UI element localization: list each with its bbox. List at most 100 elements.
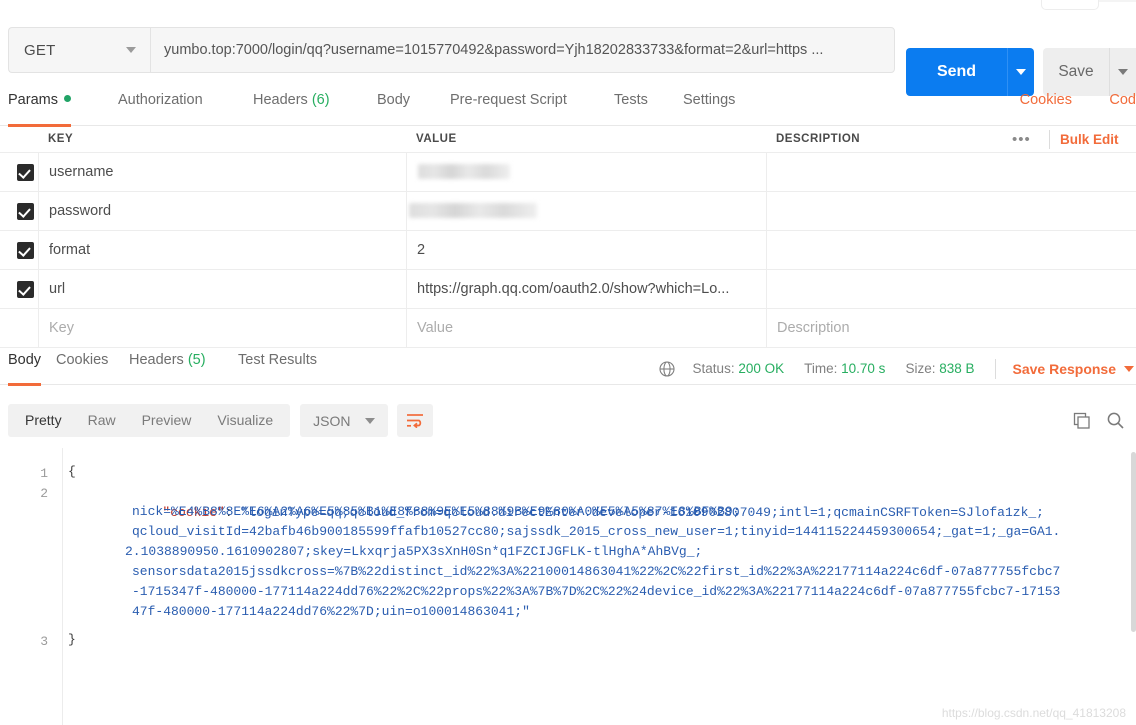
view-mode-visualize[interactable]: Visualize xyxy=(204,404,286,437)
wrap-lines-icon xyxy=(407,414,424,428)
param-description-cell[interactable] xyxy=(766,192,1136,231)
param-value-cell[interactable] xyxy=(406,192,766,231)
params-modified-dot-icon xyxy=(63,95,71,102)
table-row: url https://graph.qq.com/oauth2.0/show?w… xyxy=(0,270,1136,309)
line-number: 3 xyxy=(40,634,48,649)
tab-tests-label: Tests xyxy=(614,92,648,108)
redacted-value xyxy=(409,203,537,218)
response-tab-test-results-label: Test Results xyxy=(238,352,317,368)
tab-settings[interactable]: Settings xyxy=(683,92,735,126)
new-param-key-input[interactable]: Key xyxy=(38,309,406,348)
param-value-cell[interactable] xyxy=(406,153,766,192)
column-header-value: VALUE xyxy=(416,133,457,145)
table-row-empty: Key Value Description xyxy=(0,309,1136,348)
row-checkbox-cell[interactable] xyxy=(0,192,38,231)
checkbox-checked-icon[interactable] xyxy=(17,203,34,220)
view-mode-preview[interactable]: Preview xyxy=(129,404,205,437)
json-value-line-6: -1715347f-480000-177114a224dd76%22%2C%22… xyxy=(132,584,1061,599)
status-divider xyxy=(994,358,996,379)
tab-authorization-label: Authorization xyxy=(118,92,203,108)
http-method-label: GET xyxy=(24,41,56,59)
size-field: Size: 838 B xyxy=(905,361,974,376)
json-value-line-2: nick=%E4%B8%8E%E6%A2%A6%E5%85%B1%E8%88%9… xyxy=(132,504,741,519)
json-value-line-5: sensorsdata2015jssdkcross=%7B%22distinct… xyxy=(132,564,1061,579)
more-options-icon[interactable]: ••• xyxy=(1012,130,1031,150)
header-divider xyxy=(1049,130,1050,149)
param-description-cell[interactable] xyxy=(766,153,1136,192)
search-icon xyxy=(1107,412,1124,429)
status-field: Status: 200 OK xyxy=(693,361,785,376)
chevron-down-icon xyxy=(126,47,136,53)
response-tab-headers[interactable]: Headers (5) xyxy=(129,352,206,385)
tab-body-label: Body xyxy=(377,92,411,108)
chevron-down-icon xyxy=(365,418,376,424)
view-mode-raw[interactable]: Raw xyxy=(75,404,129,437)
search-button[interactable] xyxy=(1098,404,1132,437)
response-body-viewer[interactable]: 1 2 3 { "cookie": "loginType=qq;qcloud_f… xyxy=(0,448,1136,725)
tab-headers[interactable]: Headers (6) xyxy=(253,92,330,126)
chevron-down-icon[interactable] xyxy=(1124,365,1134,372)
response-tab-headers-count: (5) xyxy=(187,352,206,368)
code-link[interactable]: Cod xyxy=(1109,92,1136,126)
json-open-brace: { xyxy=(68,464,76,479)
table-row: username xyxy=(0,153,1136,192)
response-tab-cookies[interactable]: Cookies xyxy=(56,352,108,385)
tab-headers-label: Headers xyxy=(253,92,308,108)
param-description-cell[interactable] xyxy=(766,270,1136,309)
save-options-button[interactable] xyxy=(1109,48,1136,96)
http-method-selector[interactable]: GET xyxy=(8,27,150,73)
active-tab-underline xyxy=(8,383,42,386)
url-input[interactable]: yumbo.top:7000/login/qq?username=1015770… xyxy=(150,27,895,73)
top-cutoff-element xyxy=(1041,0,1099,10)
tab-tests[interactable]: Tests xyxy=(614,92,648,126)
checkbox-checked-icon[interactable] xyxy=(17,281,34,298)
line-number-gutter: 1 2 3 xyxy=(0,448,62,725)
checkbox-checked-icon[interactable] xyxy=(17,242,34,259)
response-tabs: Body Cookies Headers (5) Test Results St… xyxy=(0,352,1136,386)
param-description-cell[interactable] xyxy=(766,231,1136,270)
tab-params[interactable]: Params xyxy=(8,92,71,127)
tab-pre-request-script-label: Pre-request Script xyxy=(450,92,567,108)
copy-icon xyxy=(1073,412,1090,429)
copy-button[interactable] xyxy=(1064,404,1098,437)
param-key-cell[interactable]: url xyxy=(38,270,406,309)
vertical-scrollbar[interactable] xyxy=(1131,452,1136,632)
save-response-button[interactable]: Save Response xyxy=(1013,361,1117,377)
row-checkbox-cell[interactable] xyxy=(0,309,38,348)
param-value-cell[interactable]: 2 xyxy=(406,231,766,270)
save-button[interactable]: Save xyxy=(1043,48,1109,96)
top-cutoff-background xyxy=(1099,0,1136,2)
response-format-selector[interactable]: JSON xyxy=(300,404,389,437)
param-key-cell[interactable]: username xyxy=(38,153,406,192)
row-checkbox-cell[interactable] xyxy=(0,270,38,309)
checkbox-checked-icon[interactable] xyxy=(17,164,34,181)
tab-pre-request-script[interactable]: Pre-request Script xyxy=(450,92,567,126)
wrap-lines-button[interactable] xyxy=(397,404,434,437)
url-input-value: yumbo.top:7000/login/qq?username=1015770… xyxy=(164,42,824,58)
send-button[interactable]: Send xyxy=(906,48,1007,96)
response-format-label: JSON xyxy=(313,412,351,429)
table-row: password xyxy=(0,192,1136,231)
bulk-edit-button[interactable]: Bulk Edit xyxy=(1060,126,1119,153)
send-options-button[interactable] xyxy=(1007,48,1034,96)
json-value-line-7: 47f-480000-177114a224dd76%22%7D;uin=o100… xyxy=(132,604,530,619)
response-tab-body[interactable]: Body xyxy=(8,352,42,386)
row-checkbox-cell[interactable] xyxy=(0,153,38,192)
params-table-header: KEY VALUE DESCRIPTION ••• Bulk Edit xyxy=(0,126,1136,153)
response-tab-test-results[interactable]: Test Results xyxy=(238,352,317,385)
new-param-description-input[interactable]: Description xyxy=(766,309,1136,348)
row-checkbox-cell[interactable] xyxy=(0,231,38,270)
postman-window: GET yumbo.top:7000/login/qq?username=101… xyxy=(0,0,1136,725)
view-mode-pretty[interactable]: Pretty xyxy=(12,404,75,437)
tab-authorization[interactable]: Authorization xyxy=(118,92,203,126)
size-label: Size: xyxy=(905,361,936,376)
gutter-divider xyxy=(62,448,63,725)
time-label: Time: xyxy=(804,361,838,376)
new-param-value-input[interactable]: Value xyxy=(406,309,766,348)
tab-body[interactable]: Body xyxy=(377,92,410,126)
table-row: format 2 xyxy=(0,231,1136,270)
param-value-cell[interactable]: https://graph.qq.com/oauth2.0/show?which… xyxy=(406,270,766,309)
param-key-cell[interactable]: password xyxy=(38,192,406,231)
cookies-link[interactable]: Cookies xyxy=(1020,92,1072,126)
param-key-cell[interactable]: format xyxy=(38,231,406,270)
